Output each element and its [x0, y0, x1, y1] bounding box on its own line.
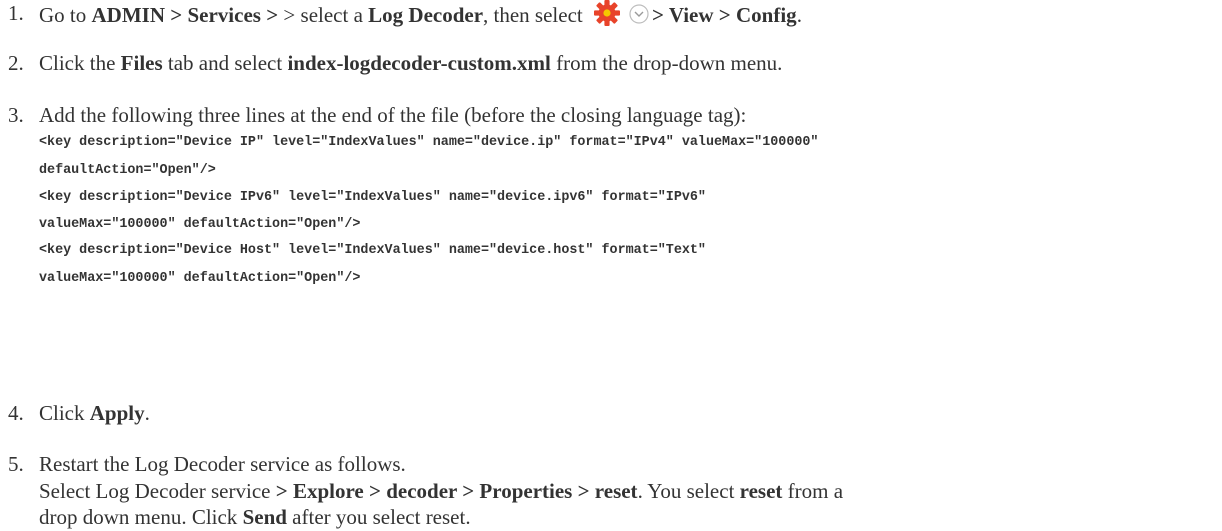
chevron-down-icon	[628, 3, 650, 32]
menu-path-services: Services	[187, 3, 261, 27]
step-text: Go to ADMIN > Services > > select a Log …	[39, 0, 802, 33]
instructions-document: 1. Go to ADMIN > Services > > select a Lo…	[0, 0, 1222, 529]
text-run: . You select	[637, 479, 740, 503]
text-run: Click	[39, 401, 90, 425]
text-run: from a	[782, 479, 844, 503]
log-decoder-label: Log Decoder	[368, 3, 484, 27]
step-number: 5.	[8, 452, 24, 476]
text-run: .	[796, 3, 802, 27]
files-tab-label: Files	[120, 51, 163, 75]
text-run: from the drop-down menu.	[550, 51, 783, 75]
gear-icon	[592, 0, 622, 33]
step-5: 5. Restart the Log Decoder service as fol…	[8, 451, 1212, 478]
step-5-line-3: drop down menu. Click Send after you sel…	[39, 504, 471, 531]
text-run: , then select	[483, 3, 588, 27]
step-text: Restart the Log Decoder service as follo…	[39, 452, 406, 476]
separator: >	[260, 3, 279, 27]
text-run: Select Log Decoder service	[39, 479, 276, 503]
step-number: 1.	[8, 1, 24, 25]
step-text: Click the Files tab and select index-log…	[39, 50, 782, 77]
text-run: > select a	[278, 3, 369, 27]
code-line: valueMax="100000" defaultAction="Open"/>	[39, 271, 361, 286]
code-line: <key description="Device IPv6" level="In…	[39, 190, 706, 205]
reset-label: reset	[739, 479, 783, 503]
text-run: Go to	[39, 3, 92, 27]
text-run: Click the	[39, 51, 121, 75]
separator: >	[165, 3, 188, 27]
code-line: valueMax="100000" defaultAction="Open"/>	[39, 217, 361, 232]
code-line: defaultAction="Open"/>	[39, 163, 216, 178]
text-run: .	[144, 401, 150, 425]
apply-label: Apply	[89, 401, 145, 425]
file-name: index-logdecoder-custom.xml	[287, 51, 551, 75]
text-run: tab and select	[162, 51, 288, 75]
step-1: 1. Go to ADMIN > Services > > select a Lo…	[8, 0, 1212, 40]
step-text: Click Apply.	[39, 400, 150, 427]
send-label: Send	[242, 505, 287, 529]
text-run: after you select reset.	[286, 505, 471, 529]
step-number: 4.	[8, 401, 24, 425]
step-3: 3. Add the following three lines at the e…	[8, 102, 1212, 129]
step-2: 2. Click the Files tab and select index-l…	[8, 50, 1212, 77]
step-4: 4. Click Apply.	[8, 400, 1212, 427]
menu-path-admin: ADMIN	[91, 3, 166, 27]
code-line: <key description="Device IP" level="Inde…	[39, 135, 819, 150]
code-line: <key description="Device Host" level="In…	[39, 243, 706, 258]
menu-path-view-config: > View > Config	[652, 3, 797, 27]
menu-path-explore: > Explore > decoder > Properties > reset	[275, 479, 638, 503]
step-number: 2.	[8, 51, 24, 75]
step-5-line-2: Select Log Decoder service > Explore > d…	[39, 478, 843, 505]
text-run: drop down menu. Click	[39, 505, 243, 529]
step-number: 3.	[8, 103, 24, 127]
step-text: Add the following three lines at the end…	[39, 103, 747, 127]
